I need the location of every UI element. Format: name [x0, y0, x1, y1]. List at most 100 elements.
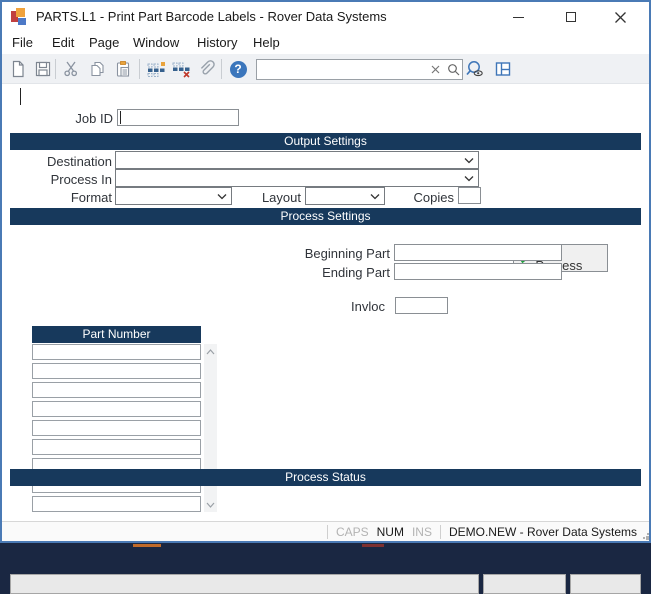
help-icon — [230, 61, 247, 78]
statusbar-separator — [327, 525, 328, 539]
resize-grip[interactable] — [639, 529, 649, 539]
paperclip-icon — [197, 60, 215, 78]
scroll-up-icon[interactable] — [204, 344, 217, 359]
desktop-background — [0, 543, 651, 547]
text-caret — [20, 88, 21, 105]
help-button[interactable] — [228, 59, 248, 79]
window-title: PARTS.L1 - Print Part Barcode Labels - R… — [36, 9, 387, 24]
save-button[interactable] — [33, 59, 53, 79]
minimize-icon — [513, 17, 524, 18]
cut-button[interactable] — [61, 59, 81, 79]
maximize-button[interactable] — [562, 8, 580, 26]
part-number-grid — [32, 344, 201, 515]
process-status-field-1 — [10, 574, 479, 594]
chevron-down-icon — [462, 175, 476, 182]
format-label: Format — [30, 190, 112, 205]
destination-dropdown[interactable] — [115, 151, 479, 169]
part-number-scrollbar[interactable] — [204, 344, 217, 512]
process-in-label: Process In — [30, 172, 112, 187]
session-label: DEMO.NEW - Rover Data Systems — [449, 525, 637, 539]
chevron-down-icon — [368, 193, 382, 200]
part-number-row-input[interactable] — [32, 420, 201, 436]
layout-label: Layout — [240, 190, 301, 205]
lookup-button[interactable] — [465, 59, 485, 79]
toolbar-separator — [221, 59, 222, 79]
statusbar-separator — [440, 525, 441, 539]
layout-view-button[interactable] — [493, 59, 513, 79]
format-dropdown[interactable] — [115, 187, 232, 205]
attachment-button[interactable] — [196, 59, 216, 79]
output-settings-header: Output Settings — [10, 133, 641, 150]
process-settings-header: Process Settings — [10, 208, 641, 225]
app-window: PARTS.L1 - Print Part Barcode Labels - R… — [0, 0, 651, 543]
form-area: Job ID Output Settings Destination Proce… — [0, 84, 651, 521]
process-status-header: Process Status — [10, 469, 641, 486]
menu-window[interactable]: Window — [133, 35, 179, 50]
statusbar: CAPS NUM INS DEMO.NEW - Rover Data Syste… — [0, 521, 651, 541]
app-icon — [11, 8, 28, 25]
job-id-input[interactable] — [117, 109, 239, 126]
menu-help[interactable]: Help — [253, 35, 280, 50]
clear-icon — [431, 65, 440, 74]
table-layout-icon — [494, 60, 512, 78]
layout-dropdown[interactable] — [305, 187, 385, 205]
part-number-row-input[interactable] — [32, 439, 201, 455]
insert-mode-indicator: INS — [412, 525, 432, 539]
menu-edit[interactable]: Edit — [52, 35, 74, 50]
app-icon-orange-square — [16, 8, 25, 17]
maximize-icon — [566, 12, 576, 22]
copy-icon — [88, 60, 106, 78]
caps-lock-indicator: CAPS — [336, 525, 369, 539]
paste-icon — [114, 60, 132, 78]
process-status-field-3 — [570, 574, 641, 594]
part-number-row-input[interactable] — [32, 382, 201, 398]
toolbar — [0, 54, 651, 84]
toolbar-search — [256, 59, 463, 80]
ending-part-input[interactable] — [394, 263, 562, 280]
part-number-row-input[interactable] — [32, 496, 201, 512]
copies-input[interactable] — [458, 187, 481, 204]
process-in-dropdown[interactable] — [115, 169, 479, 187]
paste-button[interactable] — [113, 59, 133, 79]
search-input[interactable] — [261, 61, 426, 78]
app-icon-blue-square — [18, 18, 26, 25]
delete-row-button[interactable] — [171, 59, 191, 79]
invloc-label: Invloc — [320, 299, 385, 314]
beginning-part-input[interactable] — [394, 244, 562, 261]
part-number-row-input[interactable] — [32, 363, 201, 379]
menubar: File Edit Page Window History Help — [0, 32, 651, 54]
process-status-field-2 — [483, 574, 566, 594]
search-submit-button[interactable] — [444, 61, 462, 79]
part-number-row-input[interactable] — [32, 344, 201, 360]
scroll-down-icon[interactable] — [204, 497, 217, 512]
invloc-input[interactable] — [395, 297, 448, 314]
copy-button[interactable] — [87, 59, 107, 79]
insert-row-icon — [146, 60, 166, 78]
menu-file[interactable]: File — [12, 35, 33, 50]
part-number-row-input[interactable] — [32, 401, 201, 417]
lookup-eye-icon — [465, 59, 485, 79]
delete-row-icon — [171, 60, 191, 78]
job-id-label: Job ID — [40, 111, 113, 126]
beginning-part-label: Beginning Part — [295, 246, 390, 261]
save-icon — [34, 60, 52, 78]
clear-search-button[interactable] — [426, 61, 444, 79]
new-document-icon — [9, 60, 27, 78]
menu-page[interactable]: Page — [89, 35, 119, 50]
job-id-caret — [120, 111, 121, 124]
titlebar: PARTS.L1 - Print Part Barcode Labels - R… — [0, 0, 651, 32]
search-icon — [447, 63, 460, 76]
destination-label: Destination — [30, 154, 112, 169]
menu-history[interactable]: History — [197, 35, 237, 50]
num-lock-indicator: NUM — [377, 525, 404, 539]
chevron-down-icon — [462, 157, 476, 164]
insert-row-button[interactable] — [146, 59, 166, 79]
toolbar-separator — [139, 59, 140, 79]
close-button[interactable] — [611, 8, 629, 26]
part-number-column-header: Part Number — [32, 326, 201, 343]
copies-label: Copies — [392, 190, 454, 205]
chevron-down-icon — [215, 193, 229, 200]
new-document-button[interactable] — [8, 59, 28, 79]
minimize-button[interactable] — [509, 8, 527, 26]
toolbar-separator — [55, 59, 56, 79]
